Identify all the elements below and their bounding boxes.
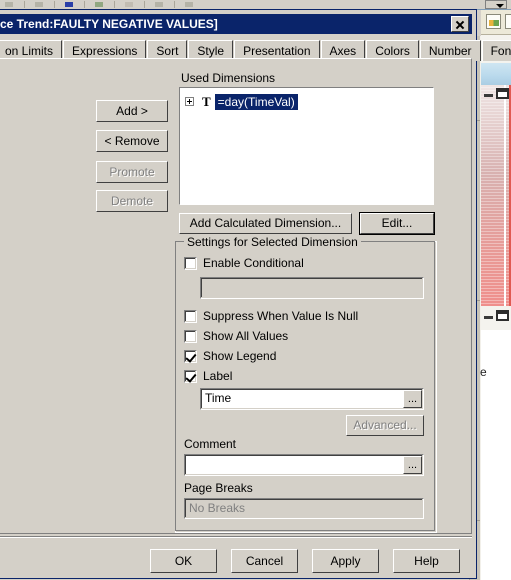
chevron-down-icon	[496, 4, 504, 8]
conditional-expression-input[interactable]	[200, 277, 424, 299]
tree-row-label: =day(TimeVal)	[214, 93, 298, 110]
chart-properties-dialog: ce Trend:FAULTY NEGATIVE VALUES] on Limi…	[0, 9, 511, 579]
tab-page-dimensions: Add > < Remove Promote Demote Used Dimen…	[0, 58, 472, 534]
background-properties-icon[interactable]	[486, 14, 501, 29]
toolbar-icon-table[interactable]	[94, 1, 105, 9]
checkbox-box	[184, 256, 197, 270]
text-type-icon: T	[202, 94, 211, 109]
comment-browse-button[interactable]: ...	[403, 456, 422, 474]
settings-groupbox: Settings for Selected Dimension Enable C…	[175, 235, 437, 533]
toolbar-separator-3	[84, 1, 85, 8]
checkbox-box	[184, 309, 197, 323]
toolbar-icon-2[interactable]	[34, 1, 45, 9]
toolbar-separator-5	[144, 1, 145, 8]
help-button[interactable]: Help	[393, 549, 460, 573]
comment-input[interactable]	[184, 454, 424, 476]
background-right-window-bottom	[481, 306, 511, 580]
page-breaks-label: Page Breaks	[184, 481, 253, 495]
suppress-when-null-checkbox[interactable]: Suppress When Value Is Null	[184, 309, 358, 323]
background-minimize-icon-2[interactable]	[484, 316, 493, 319]
used-dimensions-tree[interactable]: T =day(TimeVal)	[179, 87, 434, 205]
background-document-icon[interactable]	[505, 14, 511, 29]
used-dimensions-label: Used Dimensions	[181, 71, 276, 85]
toolbar-icon-help[interactable]	[184, 1, 195, 9]
screenshot-root: e ce Trend:FAULTY NEGATIVE VALUES] on Li…	[0, 0, 511, 580]
comment-label: Comment	[184, 437, 237, 451]
background-maximize-icon-2[interactable]	[496, 310, 509, 321]
page-breaks-select[interactable]: No Breaks	[184, 498, 424, 519]
add-calculated-dimension-button[interactable]: Add Calculated Dimension...	[179, 213, 352, 234]
label-checkbox[interactable]: Label	[184, 369, 232, 383]
background-chart-gridlines	[481, 85, 511, 306]
toolbar-icon-print[interactable]	[154, 1, 165, 9]
enable-conditional-checkbox[interactable]: Enable Conditional	[184, 256, 304, 270]
background-right-window-titlebar	[481, 63, 511, 85]
background-chart-preview	[481, 85, 511, 306]
ok-button[interactable]: OK	[150, 549, 217, 573]
show-legend-label: Show Legend	[203, 349, 277, 363]
background-maximize-icon-1[interactable]	[496, 88, 509, 99]
toolbar-icon-1[interactable]	[4, 1, 15, 9]
toolbar-separator-1	[24, 1, 25, 8]
apply-button[interactable]: Apply	[312, 549, 379, 573]
background-minimize-icon-1[interactable]	[484, 94, 493, 97]
advanced-button[interactable]: Advanced...	[346, 415, 424, 436]
tab-font[interactable]: Font	[481, 40, 511, 61]
toolbar-icon-object[interactable]	[124, 1, 135, 9]
remove-button[interactable]: < Remove	[96, 130, 168, 152]
show-all-values-checkbox[interactable]: Show All Values	[184, 329, 288, 343]
background-toolbar	[0, 0, 511, 10]
toolbar-separator-6	[174, 1, 175, 8]
show-all-values-label: Show All Values	[203, 329, 289, 343]
enable-conditional-label: Enable Conditional	[203, 256, 304, 270]
checkbox-box-checked	[184, 349, 197, 363]
toolbar-combo[interactable]	[485, 0, 507, 9]
show-legend-checkbox[interactable]: Show Legend	[184, 349, 276, 363]
checkbox-box-checked	[184, 369, 197, 383]
dialog-title: ce Trend:FAULTY NEGATIVE VALUES]	[0, 17, 218, 31]
add-button[interactable]: Add >	[96, 100, 168, 122]
background-clipped-text: e	[480, 365, 487, 379]
footer-divider	[0, 536, 472, 538]
cancel-button[interactable]: Cancel	[231, 549, 298, 573]
demote-button[interactable]: Demote	[96, 190, 168, 212]
background-toolbar-icon-group	[4, 0, 254, 9]
edit-button[interactable]: Edit...	[359, 212, 435, 235]
label-checkbox-label: Label	[203, 369, 233, 383]
close-icon[interactable]	[451, 16, 469, 32]
background-chart-divider	[504, 85, 506, 306]
dialog-titlebar[interactable]: ce Trend:FAULTY NEGATIVE VALUES]	[0, 14, 472, 34]
checkbox-box	[184, 329, 197, 343]
tab-strip: on Limits Expressions Sort Style Present…	[0, 36, 511, 61]
settings-groupbox-title: Settings for Selected Dimension	[184, 235, 361, 249]
label-value-input[interactable]: Time	[200, 388, 424, 410]
suppress-when-null-label: Suppress When Value Is Null	[203, 309, 359, 323]
tree-row[interactable]: T =day(TimeVal)	[185, 93, 298, 110]
promote-button[interactable]: Promote	[96, 161, 168, 183]
toolbar-separator-2	[54, 1, 55, 8]
label-browse-button[interactable]: ...	[403, 390, 422, 408]
expand-plus-icon[interactable]	[185, 97, 194, 106]
toolbar-icon-chart[interactable]	[64, 1, 75, 9]
toolbar-separator-4	[114, 1, 115, 8]
